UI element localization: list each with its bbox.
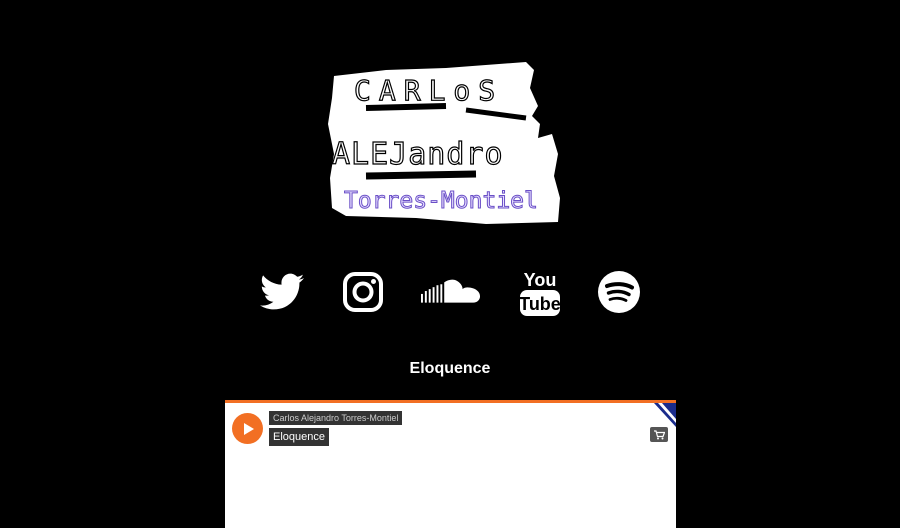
track-title: Eloquence [409, 360, 491, 377]
twitter-icon [260, 273, 304, 310]
spotify-icon [598, 271, 640, 313]
logo-line-3: Torres-Montiel [344, 188, 538, 214]
player-track[interactable]: Eloquence [269, 428, 329, 446]
youtube-link[interactable]: You Tube [510, 260, 570, 324]
youtube-text-bottom: Tube [519, 294, 561, 314]
buy-button[interactable] [650, 427, 668, 442]
logo-line-1: CARLoS [354, 74, 503, 107]
youtube-text-top: You [524, 270, 557, 290]
play-icon [243, 422, 254, 435]
twitter-link[interactable] [252, 260, 312, 324]
instagram-icon [343, 272, 383, 312]
soundcloud-icon [421, 279, 481, 303]
social-links: You Tube [0, 260, 900, 324]
soundcloud-player: Carlos Alejandro Torres-Montiel Eloquenc… [225, 400, 676, 528]
cart-icon [653, 429, 665, 439]
player-artist[interactable]: Carlos Alejandro Torres-Montiel [269, 411, 403, 425]
instagram-link[interactable] [333, 260, 393, 324]
soundcloud-link[interactable] [421, 260, 481, 324]
play-button[interactable] [232, 413, 263, 444]
youtube-icon: You Tube [519, 270, 561, 316]
artwork-corner [654, 403, 676, 427]
logo-line-2: ALEJandro [332, 137, 504, 172]
artist-logo[interactable]: CARLoS ALEJandro Torres-Montiel [326, 58, 562, 228]
spotify-link[interactable] [589, 260, 649, 324]
